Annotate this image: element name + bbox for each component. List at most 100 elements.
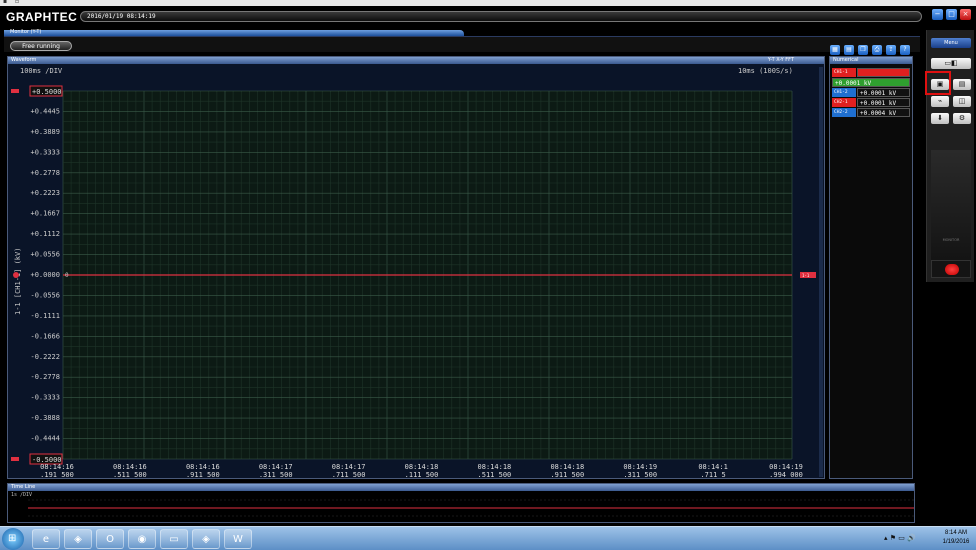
y-tick-label: +0.0556 — [30, 251, 60, 259]
explorer-icon[interactable]: ▭ — [160, 529, 188, 549]
ie-icon[interactable]: e — [32, 529, 60, 549]
close-button[interactable]: × — [960, 9, 971, 20]
x-tick-ms: .911 500 — [186, 471, 220, 479]
channel-value: +0.0004 kV — [857, 108, 910, 117]
highlight-box — [925, 71, 951, 95]
channel-value: +0.0001 kV — [857, 98, 910, 107]
grid-icon[interactable]: ▤ — [844, 45, 854, 55]
system-tray[interactable]: ▴ ⚑ ▭ 🔊 — [884, 534, 916, 542]
graphtec-icon[interactable]: ◈ — [192, 529, 220, 549]
monitor-view-button[interactable]: ▭◧ — [931, 58, 971, 69]
clock-date[interactable]: 1/19/2016 — [938, 539, 974, 545]
y-tick-label: -0.3888 — [30, 414, 60, 422]
word-icon[interactable]: W — [224, 529, 252, 549]
x-tick-time: 08:14:1 — [698, 463, 728, 471]
taskbar: ⊞ e ◈ O ◉ ▭ ◈ W ▴ ⚑ ▭ 🔊 8:14 AM 1/19/201… — [0, 526, 976, 550]
time-per-div: 100ms /DIV — [20, 67, 63, 75]
waveform-chart[interactable]: +0.4445 +0.3889 +0.3333 +0.2778 +0.2223 +0.16… — [8, 57, 826, 480]
x-tick-time: 08:14:19 — [769, 463, 803, 471]
y-tick-label: +0.1667 — [30, 210, 60, 218]
sidebar-status-area: MONITOR — [931, 150, 971, 260]
top-scale-marker-tab — [11, 89, 19, 93]
trigger-label: 1-1 — [802, 273, 810, 278]
channel-label: CH2-2 — [832, 108, 856, 117]
app-brand: GRAPHTEC — [6, 10, 78, 24]
y-tick-label: -0.2222 — [30, 353, 60, 361]
export-icon[interactable]: ⇪ — [886, 45, 896, 55]
y-tick-label: -0.2778 — [30, 373, 60, 381]
sampling-interval: 10ms (100S/s) — [738, 67, 793, 75]
settings-gear-icon[interactable]: ⚙ — [953, 113, 971, 124]
x-tick-ms: .711 5 — [700, 471, 725, 479]
help-icon[interactable]: ? — [900, 45, 910, 55]
copy-icon[interactable]: ❐ — [858, 45, 868, 55]
y-tick-label: +0.3889 — [30, 128, 60, 136]
free-running-button[interactable]: Free running — [10, 41, 72, 51]
x-tick-ms: .511 500 — [113, 471, 147, 479]
numerical-row[interactable]: CH2-1 +0.0001 kV — [832, 98, 910, 107]
x-tick-time: 08:14:16 — [40, 463, 74, 471]
top-scale-marker: +0.5000 — [32, 88, 62, 96]
x-tick-ms: .911 500 — [550, 471, 584, 479]
numerical-panel: Numerical CH1-1 CH1-1+0.0001 kVCH1-2+0.0… — [829, 56, 913, 479]
x-tick-time: 08:14:17 — [332, 463, 366, 471]
x-tick-time: 08:14:18 — [478, 463, 512, 471]
y-tick-label: +0.1112 — [30, 230, 60, 238]
datetime-display: 2016/01/19 08:14:19 — [80, 11, 922, 22]
monitor-tab-label: Monitor (Y-T) — [10, 29, 42, 35]
x-tick-time: 08:14:16 — [186, 463, 220, 471]
y-tick-label: -0.4444 — [30, 435, 60, 443]
panel-button[interactable]: ◫ — [953, 96, 971, 107]
numerical-row[interactable]: CH1-2 +0.0001 kV — [832, 88, 910, 97]
zero-marker-dot — [13, 272, 19, 278]
arrow-button[interactable]: ⬇ — [931, 113, 949, 124]
y-tick-label: -0.3333 — [30, 394, 60, 402]
timeline-chart[interactable] — [8, 498, 916, 522]
channel-label: CH1-1 CH1-1 — [832, 68, 856, 84]
menu-button[interactable]: Menu — [931, 38, 971, 48]
x-tick-ms: .311 500 — [259, 471, 293, 479]
print-icon[interactable]: ⎙ — [872, 45, 882, 55]
sidebar-status-label: MONITOR — [942, 238, 960, 242]
x-tick-time: 08:14:16 — [113, 463, 147, 471]
maximize-button[interactable]: □ — [946, 9, 957, 20]
outlook-icon[interactable]: O — [96, 529, 124, 549]
record-button[interactable] — [931, 260, 971, 278]
y-tick-label: -0.1111 — [30, 312, 60, 320]
graphtec-icon[interactable]: ◈ — [64, 529, 92, 549]
app-root: ▪ ▫ GRAPHTEC 2016/01/19 08:14:19 − □ × M… — [0, 0, 976, 550]
x-tick-time: 08:14:17 — [259, 463, 293, 471]
signal-button[interactable]: ⌁ — [931, 96, 949, 107]
display-icon[interactable]: ▦ — [830, 45, 840, 55]
clock-time[interactable]: 8:14 AM — [940, 530, 972, 536]
restore-icon[interactable]: ▫ — [15, 0, 19, 5]
waveform-panel: Waveform Y-T X-Y FFT +0.4445 +0.3889 +0.33… — [7, 56, 825, 479]
zero-marker: 0 — [65, 272, 69, 279]
y-axis-label: 1-1 [CH1-1] (kV) — [14, 248, 22, 315]
start-button[interactable]: ⊞ — [2, 528, 24, 550]
channel-value: +0.0001 kV — [832, 78, 910, 87]
x-tick-ms: .111 500 — [405, 471, 439, 479]
numerical-header: Numerical — [830, 57, 912, 64]
x-tick-ms: .191 500 — [40, 471, 74, 479]
numerical-row[interactable]: CH2-2 +0.0004 kV — [832, 108, 910, 117]
chrome-icon[interactable]: ◉ — [128, 529, 156, 549]
minimize-icon[interactable]: ▪ — [3, 0, 7, 5]
minimize-button[interactable]: − — [932, 9, 943, 20]
toolbar: Free running ▦ ▤ ❐ ⎙ ⇪ ? — [4, 36, 920, 55]
numerical-row[interactable]: +0.0001 kV — [832, 78, 910, 87]
y-tick-label: +0.0000 — [30, 271, 60, 279]
y-tick-label: +0.4445 — [30, 107, 60, 115]
x-tick-ms: .994 000 — [769, 471, 803, 479]
x-tick-time: 08:14:18 — [550, 463, 584, 471]
file-button[interactable]: ▤ — [953, 79, 971, 90]
numerical-row[interactable]: CH1-1 CH1-1 — [832, 68, 910, 84]
channel-value — [857, 68, 910, 77]
y-tick-label: -0.0556 — [30, 291, 60, 299]
y-tick-label: +0.2223 — [30, 189, 60, 197]
timeline-header: Time Line — [8, 484, 914, 491]
vertical-scrollbar — [819, 67, 823, 477]
channel-value: +0.0001 kV — [857, 88, 910, 97]
x-tick-ms: .511 500 — [478, 471, 512, 479]
window-control-strip: ▪ ▫ — [0, 0, 976, 6]
